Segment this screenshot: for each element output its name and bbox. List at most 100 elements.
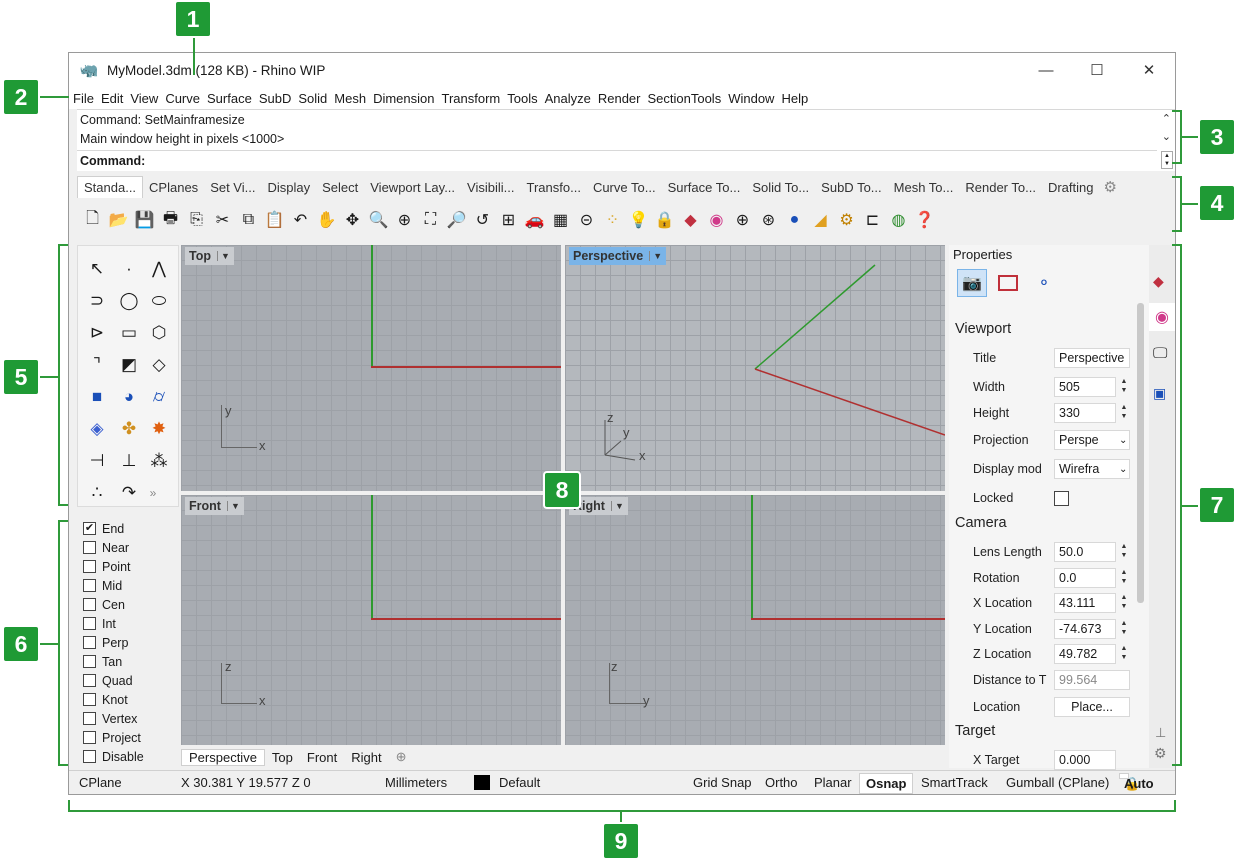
width-field[interactable]: 505 [1054,377,1116,397]
minimize-button[interactable]: — [1021,53,1071,87]
rotate-view-icon[interactable]: ✥ [341,209,364,232]
viewport-perspective[interactable]: Perspective ▼ z y x [565,245,945,491]
layers-tab-icon[interactable]: ◆ [1153,273,1173,293]
status-cplane[interactable]: CPlane [79,775,122,790]
osnap-knot[interactable]: Knot [77,690,179,709]
locked-checkbox[interactable] [1054,490,1069,506]
color-tab-icon[interactable]: ◉ [1149,303,1175,331]
box-icon[interactable]: ■ [82,382,112,412]
menu-sectiontools[interactable]: SectionTools [647,91,721,106]
dimension-icon[interactable]: ⊏ [861,209,884,232]
height-field[interactable]: 330 [1054,403,1116,423]
osnap-cen[interactable]: Cen [77,595,179,614]
menu-tools[interactable]: Tools [507,91,537,106]
lock-icon[interactable]: 🔒 [653,209,676,232]
new-file-icon[interactable]: 🗋 [81,209,104,232]
osnap-point[interactable]: Point [77,557,179,576]
scroll-down-icon[interactable]: ⌄ [1162,130,1171,143]
close-button[interactable]: ✕ [1124,53,1174,87]
tab-cplanes[interactable]: CPlanes [143,176,204,198]
title-field[interactable]: Perspective [1054,348,1130,368]
menu-render[interactable]: Render [598,91,641,106]
menu-mesh[interactable]: Mesh [334,91,366,106]
add-viewport-icon[interactable]: ⊕ [389,749,414,765]
puzzle-icon[interactable]: ✤ [114,414,144,444]
osnap-project[interactable]: Project [77,728,179,747]
points-icon[interactable]: ⁘ [601,209,624,232]
osnap-int[interactable]: Int [77,614,179,633]
menu-file[interactable]: File [73,91,94,106]
menu-transform[interactable]: Transform [441,91,500,106]
cylinder-icon[interactable]: ⌭ [144,382,174,412]
menu-curve[interactable]: Curve [165,91,200,106]
osnap-vertex[interactable]: Vertex [77,709,179,728]
zoom-extents-icon[interactable]: ⛶ [419,209,442,232]
smarttrack-toggle[interactable]: SmartTrack [921,775,988,790]
circle-icon[interactable]: ◯ [114,286,144,316]
undo-icon[interactable]: ↶ [289,209,312,232]
options-gear-icon[interactable]: ⚙ [835,209,858,232]
command-input[interactable]: Command: [77,150,1157,170]
four-viewports-icon[interactable]: ⊞ [497,209,520,232]
tab-select[interactable]: Select [316,176,364,198]
place-button[interactable]: Place... [1054,697,1130,717]
status-layer[interactable]: Default [499,775,540,790]
mesh-icon[interactable]: ◈ [82,414,112,444]
trim-icon[interactable]: ⊣ [82,446,112,476]
menu-help[interactable]: Help [781,91,808,106]
spinner[interactable]: ▲ ▼ [1119,593,1129,613]
spinner[interactable]: ▲ ▼ [1119,619,1129,639]
y-location-field[interactable]: -74.673 [1054,619,1116,639]
osnap-near[interactable]: Near [77,538,179,557]
grid-plane-icon[interactable]: ▦ [549,209,572,232]
planar-toggle[interactable]: Planar [814,775,852,790]
viewport-label[interactable]: Top ▼ [185,247,234,265]
undo-view-icon[interactable]: ↺ [471,209,494,232]
car-icon[interactable]: 🚗 [523,209,546,232]
tab-transform[interactable]: Transfo... [521,176,587,198]
menu-subd[interactable]: SubD [259,91,292,106]
fillet-icon[interactable]: ⌝ [82,350,112,380]
gumball-toggle[interactable]: Gumball (CPlane) [1006,775,1109,790]
curve-icon[interactable]: ⊃ [82,286,112,316]
spinner[interactable]: ▲ ▼ [1119,568,1129,588]
x-location-field[interactable]: 43.111 [1054,593,1116,613]
osnap-perp[interactable]: Perp [77,633,179,652]
tab-perspective[interactable]: Perspective [181,748,265,766]
viewport-frame-icon[interactable] [993,269,1023,297]
tab-visibility[interactable]: Visibili... [461,176,520,198]
ellipse-icon[interactable]: ⬭ [144,286,174,316]
zoom-selected-icon[interactable]: 🔎 [445,209,468,232]
select-arrow-icon[interactable]: ↖ [82,254,112,284]
tab-surface-tools[interactable]: Surface To... [662,176,747,198]
layer-color-swatch[interactable] [474,775,490,790]
surface-icon[interactable]: ◇ [144,350,174,380]
save-icon[interactable]: 💾 [133,209,156,232]
explode-icon[interactable]: ✸ [144,414,174,444]
command-spinner[interactable]: ▲ ▼ [1161,151,1173,169]
ortho-toggle[interactable]: Ortho [765,775,798,790]
open-folder-icon[interactable]: 📂 [107,209,130,232]
osnap-disable[interactable]: Disable [77,747,179,766]
menu-view[interactable]: View [130,91,158,106]
z-location-field[interactable]: 49.782 [1054,644,1116,664]
menu-solid[interactable]: Solid [298,91,327,106]
paste-icon[interactable]: 📋 [263,209,286,232]
zoom-window-icon[interactable]: ⊕ [393,209,416,232]
tab-viewport-layout[interactable]: Viewport Lay... [364,176,461,198]
help-tab-icon[interactable]: ▣ [1153,385,1166,402]
zoom-icon[interactable]: 🔍 [367,209,390,232]
spinner[interactable]: ▲ ▼ [1119,644,1129,664]
boolean-icon[interactable]: ◕ [114,382,144,412]
sphere-wire-icon[interactable]: ⊕ [731,209,754,232]
rectangle-icon[interactable]: ▭ [114,318,144,348]
scrollbar[interactable] [1137,303,1144,603]
gear-icon[interactable]: ⚙ [1104,178,1117,196]
menu-window[interactable]: Window [728,91,774,106]
spinner[interactable]: ▲ ▼ [1119,377,1129,397]
camera-icon[interactable]: 📷 [957,269,987,297]
group-icon[interactable]: ⁂ [144,446,174,476]
menu-edit[interactable]: Edit [101,91,123,106]
menu-surface[interactable]: Surface [207,91,252,106]
grid-snap-toggle[interactable]: Grid Snap [693,775,752,790]
